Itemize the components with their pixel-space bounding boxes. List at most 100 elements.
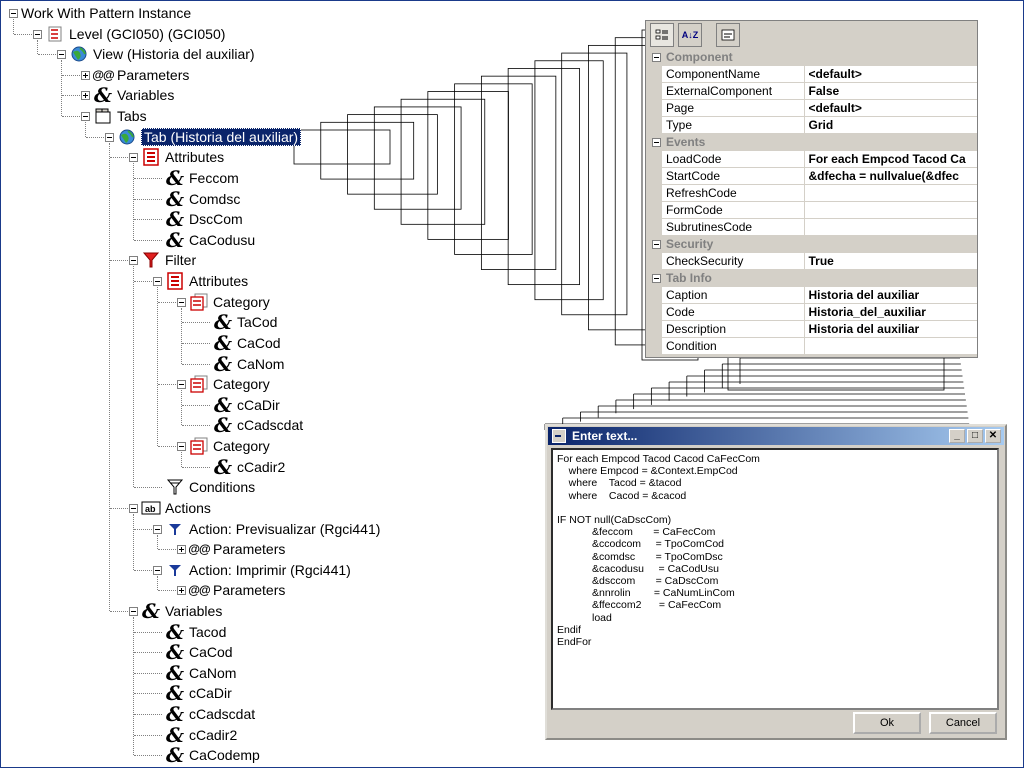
tree-node-view-historia-del-auxiliar[interactable]: View (Historia del auxiliar) xyxy=(69,44,255,64)
property-row[interactable]: Code Historia_del_auxiliar xyxy=(646,303,977,321)
ok-button[interactable]: Ok xyxy=(853,712,921,734)
collapse-toggle[interactable] xyxy=(651,53,661,63)
collapse-toggle[interactable] xyxy=(651,274,661,284)
property-category[interactable]: Component xyxy=(646,49,977,66)
property-row[interactable]: ComponentName <default> xyxy=(646,65,977,83)
collapse-toggle[interactable] xyxy=(129,504,138,513)
property-value[interactable] xyxy=(804,337,977,355)
tree-node-parameters[interactable]: @@ Parameters xyxy=(188,539,285,559)
property-value[interactable] xyxy=(804,218,977,236)
collapse-toggle[interactable] xyxy=(129,153,138,162)
tree-node-feccom[interactable]: & Feccom xyxy=(165,168,239,188)
collapse-toggle[interactable] xyxy=(129,607,138,616)
property-row[interactable]: LoadCode For each Empcod Tacod Ca xyxy=(646,150,977,168)
property-pages-button[interactable] xyxy=(716,23,740,47)
tree-node-filter[interactable]: Filter xyxy=(141,250,196,270)
tree-node-tabs[interactable]: Tabs xyxy=(93,106,147,126)
collapse-toggle[interactable] xyxy=(129,256,138,265)
expand-toggle[interactable] xyxy=(177,586,186,595)
expand-toggle[interactable] xyxy=(81,71,90,80)
expand-toggle[interactable] xyxy=(177,545,186,554)
collapse-toggle[interactable] xyxy=(651,138,661,148)
tree-node-category[interactable]: Category xyxy=(189,292,270,312)
dialog-titlebar[interactable]: Enter text... _ □ ✕ xyxy=(548,427,1004,445)
collapse-toggle[interactable] xyxy=(651,240,661,250)
tree-node-ccadir[interactable]: & cCaDir xyxy=(165,683,232,703)
tree-node-canom[interactable]: & CaNom xyxy=(213,354,285,374)
tree-node-ccadscdat[interactable]: & cCadscdat xyxy=(213,415,303,435)
code-text-area[interactable]: For each Empcod Tacod Cacod CaFecCom whe… xyxy=(551,448,999,710)
collapse-toggle[interactable] xyxy=(105,133,114,142)
tree-node-ccadir2[interactable]: & cCadir2 xyxy=(213,457,285,477)
property-value[interactable]: Historia del auxiliar xyxy=(804,286,977,304)
tree-node-parameters[interactable]: @@ Parameters xyxy=(92,65,189,85)
property-value[interactable]: For each Empcod Tacod Ca xyxy=(804,150,977,168)
property-row[interactable]: Condition xyxy=(646,337,977,355)
minimize-button[interactable]: _ xyxy=(949,429,965,443)
tree-node-action-previsualizar-rgci441[interactable]: Action: Previsualizar (Rgci441) xyxy=(165,519,380,539)
property-row[interactable]: StartCode &dfecha = nullvalue(&dfec xyxy=(646,167,977,185)
tree-node-attributes[interactable]: Attributes xyxy=(165,271,248,291)
property-value[interactable]: Grid xyxy=(804,116,977,134)
property-value[interactable]: False xyxy=(804,82,977,100)
tree-node-ccadscdat[interactable]: & cCadscdat xyxy=(165,704,255,724)
alphabetical-view-button[interactable]: A↓Z xyxy=(678,23,702,47)
tree-node-ccadir[interactable]: & cCaDir xyxy=(213,395,280,415)
property-row[interactable]: RefreshCode xyxy=(646,184,977,202)
property-row[interactable]: CheckSecurity True xyxy=(646,252,977,270)
property-row[interactable]: ExternalComponent False xyxy=(646,82,977,100)
tree-node-dsccom[interactable]: & DscCom xyxy=(165,209,243,229)
property-value[interactable] xyxy=(804,201,977,219)
property-category[interactable]: Events xyxy=(646,133,977,151)
property-category[interactable]: Security xyxy=(646,235,977,253)
tree-node-canom[interactable]: & CaNom xyxy=(165,663,237,683)
property-row[interactable]: Caption Historia del auxiliar xyxy=(646,286,977,304)
tree-node-cacod[interactable]: & CaCod xyxy=(213,333,281,353)
tree-node-level-gci050-gci050[interactable]: Level (GCI050) (GCI050) xyxy=(45,24,225,44)
tree-node-work-with-pattern-instance[interactable]: Work With Pattern Instance xyxy=(21,3,191,23)
property-row[interactable]: Description Historia del auxiliar xyxy=(646,320,977,338)
property-row[interactable]: Type Grid xyxy=(646,116,977,134)
collapse-toggle[interactable] xyxy=(177,380,186,389)
tree-node-cacodemp[interactable]: & CaCodemp xyxy=(165,745,260,765)
tree-node-actions[interactable]: ab Actions xyxy=(141,498,211,518)
tree-node-cacod[interactable]: & CaCod xyxy=(165,642,233,662)
collapse-toggle[interactable] xyxy=(57,50,66,59)
maximize-button[interactable]: □ xyxy=(967,429,983,443)
collapse-toggle[interactable] xyxy=(153,525,162,534)
property-value[interactable]: &dfecha = nullvalue(&dfec xyxy=(804,167,977,185)
tree-node-action-imprimir-rgci441[interactable]: Action: Imprimir (Rgci441) xyxy=(165,560,351,580)
tree-node-variables[interactable]: & Variables xyxy=(141,601,222,621)
collapse-toggle[interactable] xyxy=(9,9,18,18)
property-value[interactable] xyxy=(804,184,977,202)
tree-node-variables[interactable]: & Variables xyxy=(93,85,174,105)
tree-node-comdsc[interactable]: & Comdsc xyxy=(165,189,240,209)
tree-node-conditions[interactable]: Conditions xyxy=(165,477,255,497)
tree-node-category[interactable]: Category xyxy=(189,436,270,456)
tree-node-tacod[interactable]: & TaCod xyxy=(213,312,278,332)
tree-node-ccadir2[interactable]: & cCadir2 xyxy=(165,725,237,745)
cancel-button[interactable]: Cancel xyxy=(929,712,997,734)
collapse-toggle[interactable] xyxy=(153,566,162,575)
categorized-view-button[interactable] xyxy=(650,23,674,47)
collapse-toggle[interactable] xyxy=(153,277,162,286)
property-value[interactable]: <default> xyxy=(804,99,977,117)
tree-node-cacodusu[interactable]: & CaCodusu xyxy=(165,230,255,250)
tree-node-tab-historia-del-auxiliar[interactable]: Tab (Historia del auxiliar) xyxy=(117,127,302,147)
property-row[interactable]: FormCode xyxy=(646,201,977,219)
property-value[interactable]: <default> xyxy=(804,65,977,83)
collapse-toggle[interactable] xyxy=(33,30,42,39)
collapse-toggle[interactable] xyxy=(177,442,186,451)
tree-node-tacod[interactable]: & Tacod xyxy=(165,622,226,642)
tree-node-category[interactable]: Category xyxy=(189,374,270,394)
property-row[interactable]: SubrutinesCode xyxy=(646,218,977,236)
property-value[interactable]: Historia_del_auxiliar xyxy=(804,303,977,321)
expand-toggle[interactable] xyxy=(81,91,90,100)
close-button[interactable]: ✕ xyxy=(985,429,1001,443)
collapse-toggle[interactable] xyxy=(177,298,186,307)
property-category[interactable]: Tab Info xyxy=(646,269,977,287)
tree-node-parameters[interactable]: @@ Parameters xyxy=(188,580,285,600)
property-value[interactable]: True xyxy=(804,252,977,270)
tree-node-attributes[interactable]: Attributes xyxy=(141,147,224,167)
collapse-toggle[interactable] xyxy=(81,112,90,121)
